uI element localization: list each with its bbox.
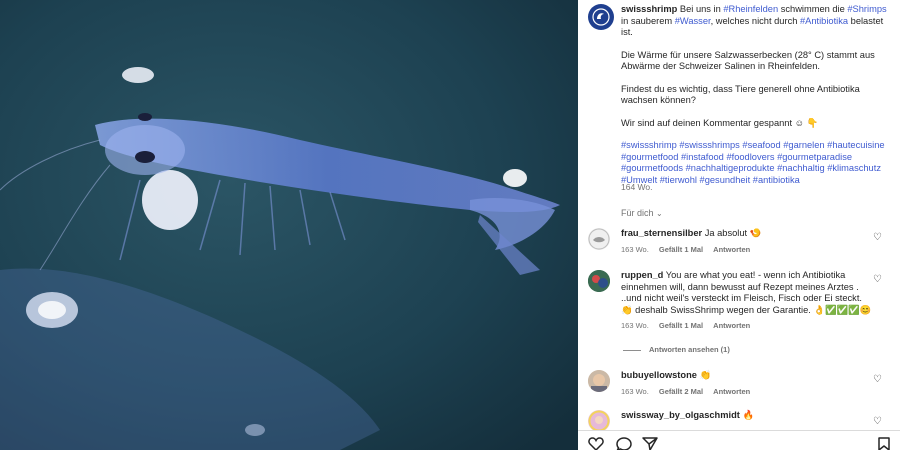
- commenter-avatar[interactable]: [588, 270, 610, 292]
- comment-time[interactable]: 163 Wo.: [621, 321, 649, 330]
- avatar-image: [588, 228, 610, 250]
- chevron-down-icon: ⌄: [656, 209, 663, 218]
- avatar-image: [588, 410, 610, 432]
- comment-time[interactable]: 163 Wo.: [621, 245, 649, 254]
- post-action-bar: [578, 430, 900, 450]
- caption-hashtag-link[interactable]: #Rheinfelden: [723, 4, 778, 14]
- caption-hashtag-link[interactable]: #Shrimps: [847, 4, 886, 14]
- caption-paragraph-4: Wir sind auf deinen Kommentar gespannt ☺…: [621, 117, 819, 128]
- reply-button[interactable]: Antworten: [713, 245, 750, 254]
- comment-username[interactable]: swissway_by_olgaschmidt: [621, 410, 740, 420]
- caption-username[interactable]: swissshrimp: [621, 4, 677, 14]
- heart-icon[interactable]: ♡: [873, 232, 882, 243]
- comment-body: ruppen_d You are what you eat! - wenn ic…: [621, 270, 876, 332]
- translate-link[interactable]: Für dich ⌄: [621, 208, 663, 218]
- view-replies-label: Antworten ansehen (1): [649, 345, 730, 354]
- comment-meta: 163 Wo. Gefällt 1 Mal Antworten: [621, 244, 876, 256]
- comment-username[interactable]: frau_sternensilber: [621, 228, 702, 238]
- divider-line: [623, 349, 641, 351]
- caption-text-segment: schwimmen die: [778, 4, 848, 14]
- comment-meta: 163 Wo. Gefällt 1 Mal Antworten: [621, 320, 876, 332]
- heart-icon[interactable]: [588, 437, 604, 450]
- shrimp-logo-icon: [592, 8, 610, 26]
- comment-time[interactable]: 163 Wo.: [621, 387, 649, 396]
- commenter-avatar[interactable]: [588, 228, 610, 250]
- caption-text: swissshrimp Bei uns in #Rheinfelden schw…: [621, 4, 891, 186]
- comment-username[interactable]: ruppen_d: [621, 270, 663, 280]
- reply-button[interactable]: Antworten: [713, 321, 750, 330]
- translate-label: Für dich: [621, 208, 654, 218]
- post-timestamp[interactable]: 164 Wo.: [621, 182, 653, 192]
- shrimp-photo-image: [0, 0, 578, 450]
- comment-body: swissway_by_olgaschmidt 🔥: [621, 410, 876, 422]
- comment-likes[interactable]: Gefällt 1 Mal: [659, 321, 703, 330]
- comment-likes[interactable]: Gefällt 2 Mal: [659, 387, 703, 396]
- post-photo[interactable]: [0, 0, 578, 450]
- heart-icon[interactable]: ♡: [873, 374, 882, 385]
- bookmark-icon[interactable]: [878, 437, 890, 450]
- post-side-panel: swissshrimp Bei uns in #Rheinfelden schw…: [578, 0, 900, 450]
- comment-likes[interactable]: Gefällt 1 Mal: [659, 245, 703, 254]
- comment-body: frau_sternensilber Ja absolut 🍤 163 Wo. …: [621, 228, 876, 255]
- caption-paragraph-2: Die Wärme für unsere Salzwasserbecken (2…: [621, 49, 875, 72]
- comment-text: 👏: [699, 370, 712, 380]
- comment-body: bubuyellowstone 👏 163 Wo. Gefällt 2 Mal …: [621, 370, 876, 397]
- reply-button[interactable]: Antworten: [713, 387, 750, 396]
- commenter-avatar[interactable]: [588, 370, 610, 392]
- caption-hashtags[interactable]: #swissshrimp #swissshrimps #seafood #gar…: [621, 140, 891, 186]
- comment-text: Ja absolut 🍤: [704, 228, 762, 238]
- comment-text: 🔥: [742, 410, 755, 420]
- comment-icon[interactable]: [616, 437, 632, 450]
- swissshrimp-avatar[interactable]: [588, 4, 614, 30]
- caption-hashtag-link[interactable]: #Antibiotika: [800, 16, 848, 26]
- share-icon[interactable]: [642, 437, 658, 450]
- caption-text-segment: in sauberem: [621, 15, 675, 26]
- view-replies-button[interactable]: Antworten ansehen (1): [623, 345, 730, 354]
- caption-text-segment: Bei uns in: [679, 4, 724, 14]
- comment-meta: 163 Wo. Gefällt 2 Mal Antworten: [621, 386, 876, 398]
- avatar-image: [588, 270, 610, 292]
- avatar-image: [588, 370, 610, 392]
- comment-username[interactable]: bubuyellowstone: [621, 370, 697, 380]
- caption-hashtag-link[interactable]: #Wasser: [675, 16, 711, 26]
- heart-icon[interactable]: ♡: [873, 274, 882, 285]
- caption-text-segment: , welches nicht durch: [710, 15, 800, 26]
- heart-icon[interactable]: ♡: [873, 416, 882, 427]
- caption-paragraph-3: Findest du es wichtig, dass Tiere genere…: [621, 83, 860, 106]
- commenter-avatar[interactable]: [588, 410, 610, 432]
